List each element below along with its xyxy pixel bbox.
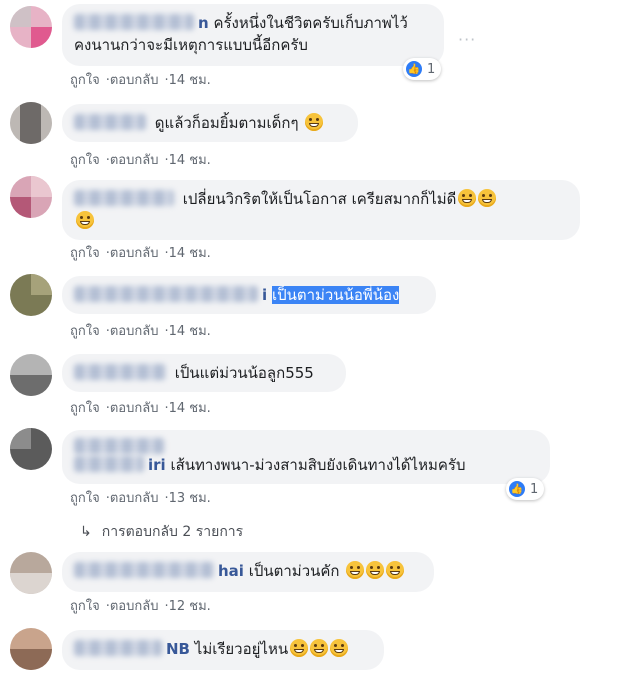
commenter-name-tail[interactable]: iri bbox=[148, 456, 166, 474]
reaction-number: 1 bbox=[427, 61, 436, 77]
comment-actions: ถูกใจ ·ตอบกลับ ·14 ชม. bbox=[70, 324, 211, 339]
comment-actions: ถูกใจ ·ตอบกลับ ·14 ชม. bbox=[70, 401, 211, 416]
commenter-name-tail[interactable]: NB bbox=[166, 640, 190, 658]
timestamp[interactable]: 13 ชม. bbox=[169, 491, 211, 506]
timestamp[interactable]: 14 ชม. bbox=[169, 73, 211, 88]
grin-emoji-icon bbox=[386, 561, 405, 579]
commenter-name-tail[interactable]: i bbox=[262, 286, 267, 304]
comment-actions: ถูกใจ ·ตอบกลับ ·14 ชม. bbox=[70, 73, 211, 88]
avatar[interactable] bbox=[10, 428, 52, 470]
timestamp[interactable]: 12 ชม. bbox=[169, 599, 211, 614]
reply-link[interactable]: ตอบกลับ bbox=[110, 73, 159, 88]
comment-text: ดูแล้วก็อมยิ้มตามเด็กๆ bbox=[154, 114, 299, 132]
comment-actions: ถูกใจ ·ตอบกลับ ·14 ชม. bbox=[70, 153, 211, 168]
like-link[interactable]: ถูกใจ bbox=[70, 73, 100, 88]
comment-text: เปลี่ยนวิกริตให้เป็นโอกาส เครียสมากก็ไม่… bbox=[182, 190, 457, 208]
commenter-name[interactable] bbox=[74, 114, 146, 130]
commenter-name[interactable] bbox=[74, 286, 258, 302]
avatar[interactable] bbox=[10, 102, 52, 144]
grin-emoji-icon bbox=[478, 189, 497, 207]
like-link[interactable]: ถูกใจ bbox=[70, 401, 100, 416]
comment-bubble: ดูแล้วก็อมยิ้มตามเด็กๆ bbox=[62, 104, 358, 142]
replies-label[interactable]: การตอบกลับ 2 รายการ bbox=[102, 524, 243, 540]
more-options-icon[interactable]: ··· bbox=[458, 30, 476, 49]
avatar[interactable] bbox=[10, 552, 52, 594]
timestamp[interactable]: 14 ชม. bbox=[169, 246, 211, 261]
commenter-name-tail[interactable]: hai bbox=[218, 562, 244, 580]
comment-text: เส้นทางพนา-ม่วงสามสิบยังเดินทางได้ไหมครั… bbox=[170, 456, 466, 474]
commenter-name[interactable] bbox=[74, 456, 144, 472]
commenter-name[interactable] bbox=[74, 14, 194, 30]
comment-text: ไม่เรียวอยู่ไหน bbox=[194, 640, 289, 658]
grin-emoji-icon bbox=[458, 189, 477, 207]
commenter-name[interactable] bbox=[74, 562, 214, 578]
like-link[interactable]: ถูกใจ bbox=[70, 324, 100, 339]
avatar[interactable] bbox=[10, 176, 52, 218]
comment-bubble: iri เส้นทางพนา-ม่วงสามสิบยังเดินทางได้ไห… bbox=[62, 430, 550, 484]
comment-text-line2: คงนานกว่าจะมีเหตุการแบบนี้อีกครับ bbox=[74, 36, 308, 54]
timestamp[interactable]: 14 ชม. bbox=[169, 153, 211, 168]
comment-text: เป็นแต่ม่วนน้อลูก555 bbox=[174, 364, 314, 382]
reply-link[interactable]: ตอบกลับ bbox=[110, 324, 159, 339]
smile-emoji-icon bbox=[290, 639, 309, 657]
timestamp[interactable]: 14 ชม. bbox=[169, 401, 211, 416]
comment-text: เป็นตาม่วนคัก bbox=[248, 562, 340, 580]
smile-emoji-icon bbox=[310, 639, 329, 657]
like-link[interactable]: ถูกใจ bbox=[70, 599, 100, 614]
reaction-count[interactable]: 👍 1 bbox=[403, 58, 442, 80]
comment-bubble: i เป็นตาม่วนน้อพี่น้อง bbox=[62, 276, 436, 314]
like-icon: 👍 bbox=[509, 481, 525, 497]
grin-emoji-icon bbox=[76, 211, 94, 229]
reply-link[interactable]: ตอบกลับ bbox=[110, 491, 159, 506]
reply-link[interactable]: ตอบกลับ bbox=[110, 599, 159, 614]
comment-bubble: n ครั้งหนึ่งในชีวิตครับเก็บภาพไว้ คงนานก… bbox=[62, 4, 444, 66]
comment-actions: ถูกใจ ·ตอบกลับ ·12 ชม. bbox=[70, 599, 211, 614]
comment-bubble: เปลี่ยนวิกริตให้เป็นโอกาส เครียสมากก็ไม่… bbox=[62, 180, 580, 240]
view-replies-link[interactable]: ↳ การตอบกลับ 2 รายการ bbox=[80, 521, 243, 543]
reply-link[interactable]: ตอบกลับ bbox=[110, 153, 159, 168]
comment-actions: ถูกใจ ·ตอบกลับ ·13 ชม. bbox=[70, 491, 211, 506]
grin-emoji-icon bbox=[346, 561, 365, 579]
comment-text: เป็นตาม่วนน้อพี่น้อง bbox=[271, 286, 400, 304]
avatar[interactable] bbox=[10, 628, 52, 670]
avatar[interactable] bbox=[10, 274, 52, 316]
commenter-name-tail[interactable]: n bbox=[198, 14, 209, 32]
comment-bubble: hai เป็นตาม่วนคัก bbox=[62, 552, 434, 592]
reaction-count[interactable]: 👍 1 bbox=[506, 478, 545, 500]
like-icon: 👍 bbox=[406, 61, 422, 77]
commenter-name[interactable] bbox=[74, 640, 162, 656]
comment-text: ครั้งหนึ่งในชีวิตครับเก็บภาพไว้ bbox=[213, 14, 408, 32]
reply-link[interactable]: ตอบกลับ bbox=[110, 246, 159, 261]
comment-bubble: เป็นแต่ม่วนน้อลูก555 bbox=[62, 354, 346, 392]
commenter-name[interactable] bbox=[74, 438, 164, 454]
comment-actions: ถูกใจ ·ตอบกลับ ·14 ชม. bbox=[70, 246, 211, 261]
smile-emoji-icon bbox=[305, 113, 324, 131]
commenter-name[interactable] bbox=[74, 190, 174, 206]
grin-emoji-icon bbox=[366, 561, 385, 579]
like-link[interactable]: ถูกใจ bbox=[70, 246, 100, 261]
avatar[interactable] bbox=[10, 354, 52, 396]
reaction-number: 1 bbox=[530, 481, 539, 497]
reply-arrow-icon: ↳ bbox=[80, 524, 92, 540]
comment-bubble: NB ไม่เรียวอยู่ไหน bbox=[62, 630, 384, 670]
commenter-name[interactable] bbox=[74, 364, 166, 380]
like-link[interactable]: ถูกใจ bbox=[70, 153, 100, 168]
avatar[interactable] bbox=[10, 6, 52, 48]
like-link[interactable]: ถูกใจ bbox=[70, 491, 100, 506]
reply-link[interactable]: ตอบกลับ bbox=[110, 401, 159, 416]
timestamp[interactable]: 14 ชม. bbox=[169, 324, 211, 339]
smile-emoji-icon bbox=[330, 639, 349, 657]
